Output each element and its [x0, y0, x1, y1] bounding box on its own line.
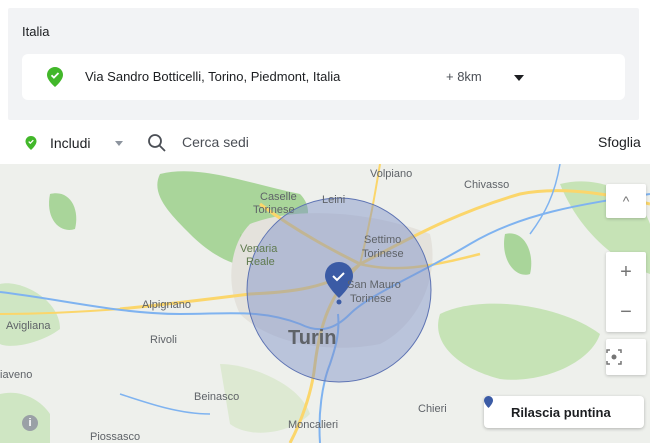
map-label-settimo: Settimo	[364, 234, 402, 246]
location-item[interactable]: Via Sandro Botticelli, Torino, Piedmont,…	[22, 54, 625, 100]
country-label: Italia	[22, 24, 50, 39]
map-label-avigliana: Avigliana	[6, 320, 51, 332]
map-label-caselle: Caselle	[260, 191, 297, 203]
map-label-venaria: Venaria	[240, 243, 278, 255]
location-pin-icon	[47, 67, 63, 87]
zoom-in-button[interactable]: +	[606, 252, 646, 292]
map-label-moncalieri: Moncalieri	[288, 419, 339, 431]
include-dropdown[interactable]: Includi	[50, 135, 90, 151]
zoom-controls: + −	[606, 252, 646, 332]
search-icon	[148, 134, 166, 152]
map-label-san-mauro-torinese: Torinese	[350, 293, 392, 305]
recenter-icon	[606, 349, 622, 365]
map-label-giaveno: iaveno	[0, 369, 33, 381]
map-label-turin: Turin	[288, 327, 337, 349]
map-label-alpignano: Alpignano	[142, 299, 191, 311]
map-label-beinasco: Beinasco	[194, 391, 240, 403]
radius-selector[interactable]: + 8km	[446, 69, 482, 84]
map-marker-icon	[484, 396, 493, 408]
map-label-chieri: Chieri	[418, 403, 447, 415]
caret-down-icon[interactable]	[514, 75, 524, 81]
map-label-rivoli: Rivoli	[150, 334, 177, 346]
map-label-san-mauro: San Mauro	[347, 279, 401, 291]
map-label-volpiano: Volpiano	[370, 168, 413, 180]
map-toolbar: Includi Cerca sedi Sfoglia	[0, 122, 650, 164]
zoom-out-button[interactable]: −	[606, 292, 646, 332]
map-label-chivasso: Chivasso	[464, 179, 510, 191]
map-label-settimo-torinese: Torinese	[362, 248, 404, 260]
drop-pin-button[interactable]: Rilascia puntina	[484, 396, 644, 428]
map-label-piossasco: Piossasco	[90, 431, 141, 443]
location-pin-icon	[25, 136, 37, 150]
location-address: Via Sandro Botticelli, Torino, Piedmont,…	[85, 69, 341, 84]
info-icon[interactable]: i	[22, 415, 38, 431]
search-input[interactable]: Cerca sedi	[182, 134, 249, 150]
drop-pin-label: Rilascia puntina	[511, 405, 611, 420]
location-panel: Italia Via Sandro Botticelli, Torino, Pi…	[8, 8, 639, 120]
collapse-map-button[interactable]: ^	[606, 184, 646, 218]
caret-down-icon[interactable]	[115, 141, 123, 146]
recenter-button[interactable]	[606, 339, 646, 375]
map-view[interactable]: Volpiano Chivasso Caselle Torinese Leini…	[0, 164, 650, 443]
map-label-venaria-reale: Reale	[246, 256, 275, 268]
browse-button[interactable]: Sfoglia	[598, 134, 641, 150]
map-label-leini: Leini	[322, 194, 346, 206]
map-label-caselle-torinese: Torinese	[253, 204, 295, 216]
